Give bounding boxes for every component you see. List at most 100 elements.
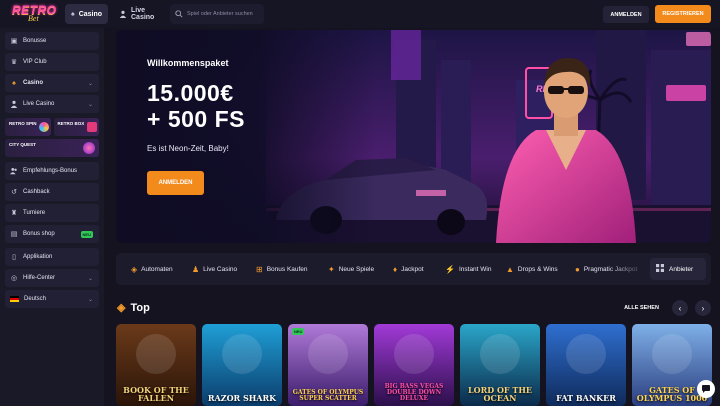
- prev-arrow-button[interactable]: ‹: [672, 300, 688, 316]
- game-tile[interactable]: NEU GATES OF OLYMPUS SUPER SCATTER: [288, 324, 368, 406]
- chevron-down-icon[interactable]: ⌄: [88, 80, 93, 87]
- sidebar-item-referral[interactable]: Empfehlungs-Bonus: [5, 162, 99, 180]
- sidebar: ▣ Bonusse ♛ VIP Club ♠ Casino ⌄ Live Cas…: [0, 28, 104, 406]
- site-logo[interactable]: RETRO Bet: [10, 3, 56, 25]
- sidebar-item-label: Cashback: [23, 189, 50, 195]
- tab-casino-label: Casino: [78, 10, 103, 18]
- hero-login-button[interactable]: ANMELDEN: [147, 171, 204, 195]
- sidebar-item-language[interactable]: Deutsch ⌄: [5, 290, 99, 308]
- new-badge: NEU: [80, 230, 93, 238]
- drops-icon: ▲: [506, 264, 514, 274]
- sidebar-item-label: Turniere: [23, 210, 46, 216]
- category-jackpot[interactable]: ♦ Jackpot: [393, 253, 424, 285]
- game-tile[interactable]: RAZOR SHARK: [202, 324, 282, 406]
- gift-box-icon: [87, 122, 97, 132]
- top-header: RETRO Bet ♠ Casino Live Casino ANMELDEN …: [0, 0, 720, 28]
- fire-icon: ◈: [117, 302, 126, 314]
- category-drops-wins[interactable]: ▲ Drops & Wins: [506, 253, 558, 285]
- shop-icon: ▤: [10, 231, 18, 238]
- register-button[interactable]: REGISTRIEREN: [655, 5, 711, 23]
- promo-city-quest[interactable]: CITY QUEST: [5, 139, 99, 157]
- help-icon: ◎: [10, 275, 18, 282]
- promo-retro-box[interactable]: RETRO BOX: [53, 118, 99, 136]
- de-flag-icon: [10, 295, 19, 303]
- providers-button[interactable]: Anbieter: [650, 258, 706, 280]
- dealer-icon: ♟: [192, 264, 200, 274]
- chevron-down-icon[interactable]: ⌄: [88, 275, 93, 282]
- spade-icon: ♠: [12, 79, 16, 87]
- category-slots[interactable]: ◈ Automaten: [131, 253, 173, 285]
- sidebar-item-casino[interactable]: ♠ Casino ⌄: [5, 74, 99, 92]
- trophy-icon: ♜: [10, 210, 18, 217]
- sidebar-item-live-casino[interactable]: Live Casino ⌄: [5, 95, 99, 113]
- category-label: Live Casino: [203, 265, 238, 273]
- sidebar-item-label: Bonus shop: [23, 231, 55, 237]
- sidebar-item-label: Empfehlungs-Bonus: [23, 168, 78, 174]
- category-bonus-buy[interactable]: ⊞ Bonus Kaufen: [256, 253, 308, 285]
- chevron-down-icon[interactable]: ⌄: [88, 296, 93, 303]
- users-icon: [10, 167, 18, 175]
- category-label: Neue Spiele: [338, 265, 375, 273]
- cashback-icon: ↺: [11, 189, 17, 196]
- login-button[interactable]: ANMELDEN: [603, 6, 649, 23]
- sidebar-item-tournaments[interactable]: ♜ Turniere: [5, 204, 99, 222]
- game-tile[interactable]: FAT BANKER: [546, 324, 626, 406]
- game-tile[interactable]: BOOK OF THE FALLEN: [116, 324, 196, 406]
- game-tile[interactable]: BIG BASS VEGAS DOUBLE DOWN DELUXE: [374, 324, 454, 406]
- sidebar-item-bonusse[interactable]: ▣ Bonusse: [5, 32, 99, 50]
- map-icon: [83, 142, 95, 154]
- sidebar-item-help-center[interactable]: ◎ Hilfe-Center ⌄: [5, 269, 99, 287]
- sidebar-item-label: Hilfe-Center: [23, 275, 56, 281]
- section-title-text: Top: [130, 301, 150, 314]
- category-instant-win[interactable]: ⚡ Instant Win: [445, 253, 491, 285]
- crown-icon: ♛: [10, 59, 18, 66]
- chat-button[interactable]: [697, 380, 715, 398]
- new-badge: NEU: [292, 328, 305, 335]
- search-input[interactable]: [187, 11, 259, 17]
- tab-live-casino-label: Live Casino: [131, 7, 155, 21]
- tab-live-casino[interactable]: Live Casino: [113, 4, 165, 24]
- chevron-down-icon[interactable]: ⌄: [88, 101, 93, 108]
- sidebar-item-label: Live Casino: [23, 101, 55, 107]
- spade-icon: ♠: [71, 10, 75, 18]
- next-arrow-button[interactable]: ›: [695, 300, 711, 316]
- sidebar-item-label: VIP Club: [23, 59, 47, 65]
- gift-icon: ▣: [10, 38, 18, 45]
- hero-subtitle: Es ist Neon-Zeit, Baby!: [147, 144, 229, 153]
- see-all-link[interactable]: ALLE SEHEN: [619, 301, 664, 315]
- category-label: Drops & Wins: [517, 265, 558, 273]
- coin-icon: ●: [575, 264, 580, 274]
- game-title: LORD OF THE OCEAN: [467, 385, 532, 403]
- category-label: Jackpot: [401, 265, 424, 273]
- search-box[interactable]: [170, 4, 264, 24]
- sidebar-item-cashback[interactable]: ↺ Cashback: [5, 183, 99, 201]
- game-tile[interactable]: LORD OF THE OCEAN: [460, 324, 540, 406]
- promo-label: CITY QUEST: [9, 142, 36, 147]
- hero-banner[interactable]: RETRO Willkommenspaket 15.000€ + 500 FS …: [116, 30, 711, 243]
- jackpot-icon: ♦: [393, 264, 398, 274]
- category-bar: ◈ Automaten ♟ Live Casino ⊞ Bonus Kaufen…: [116, 253, 711, 285]
- wheel-icon: [38, 122, 49, 132]
- game-title: FAT BANKER: [556, 393, 616, 403]
- promo-label: RETRO BOX: [57, 121, 85, 126]
- hero-title: Willkommenspaket: [147, 58, 229, 68]
- dealer-icon: [119, 10, 127, 18]
- grid-icon: [656, 264, 664, 274]
- sidebar-item-app[interactable]: ▯ Applikation: [5, 248, 99, 266]
- category-live-casino[interactable]: ♟ Live Casino: [192, 253, 237, 285]
- sidebar-item-bonus-shop[interactable]: ▤ Bonus shop NEU: [5, 225, 99, 243]
- sidebar-item-label: Deutsch: [24, 296, 47, 302]
- section-title: ◈ Top: [117, 301, 150, 315]
- category-new-games[interactable]: ✦ Neue Spiele: [328, 253, 374, 285]
- category-label: Instant Win: [458, 265, 492, 273]
- game-title: RAZOR SHARK: [207, 393, 277, 403]
- promo-label: RETRO SPIN: [9, 121, 37, 126]
- sidebar-item-label: Applikation: [23, 254, 53, 260]
- dealer-icon: [10, 100, 18, 108]
- tab-casino[interactable]: ♠ Casino: [65, 4, 108, 24]
- promo-retro-spin[interactable]: RETRO SPIN: [5, 118, 51, 136]
- sidebar-item-label: Casino: [23, 80, 44, 86]
- sidebar-item-vip-club[interactable]: ♛ VIP Club: [5, 53, 99, 71]
- chat-icon: [702, 385, 710, 393]
- search-icon: [175, 10, 183, 18]
